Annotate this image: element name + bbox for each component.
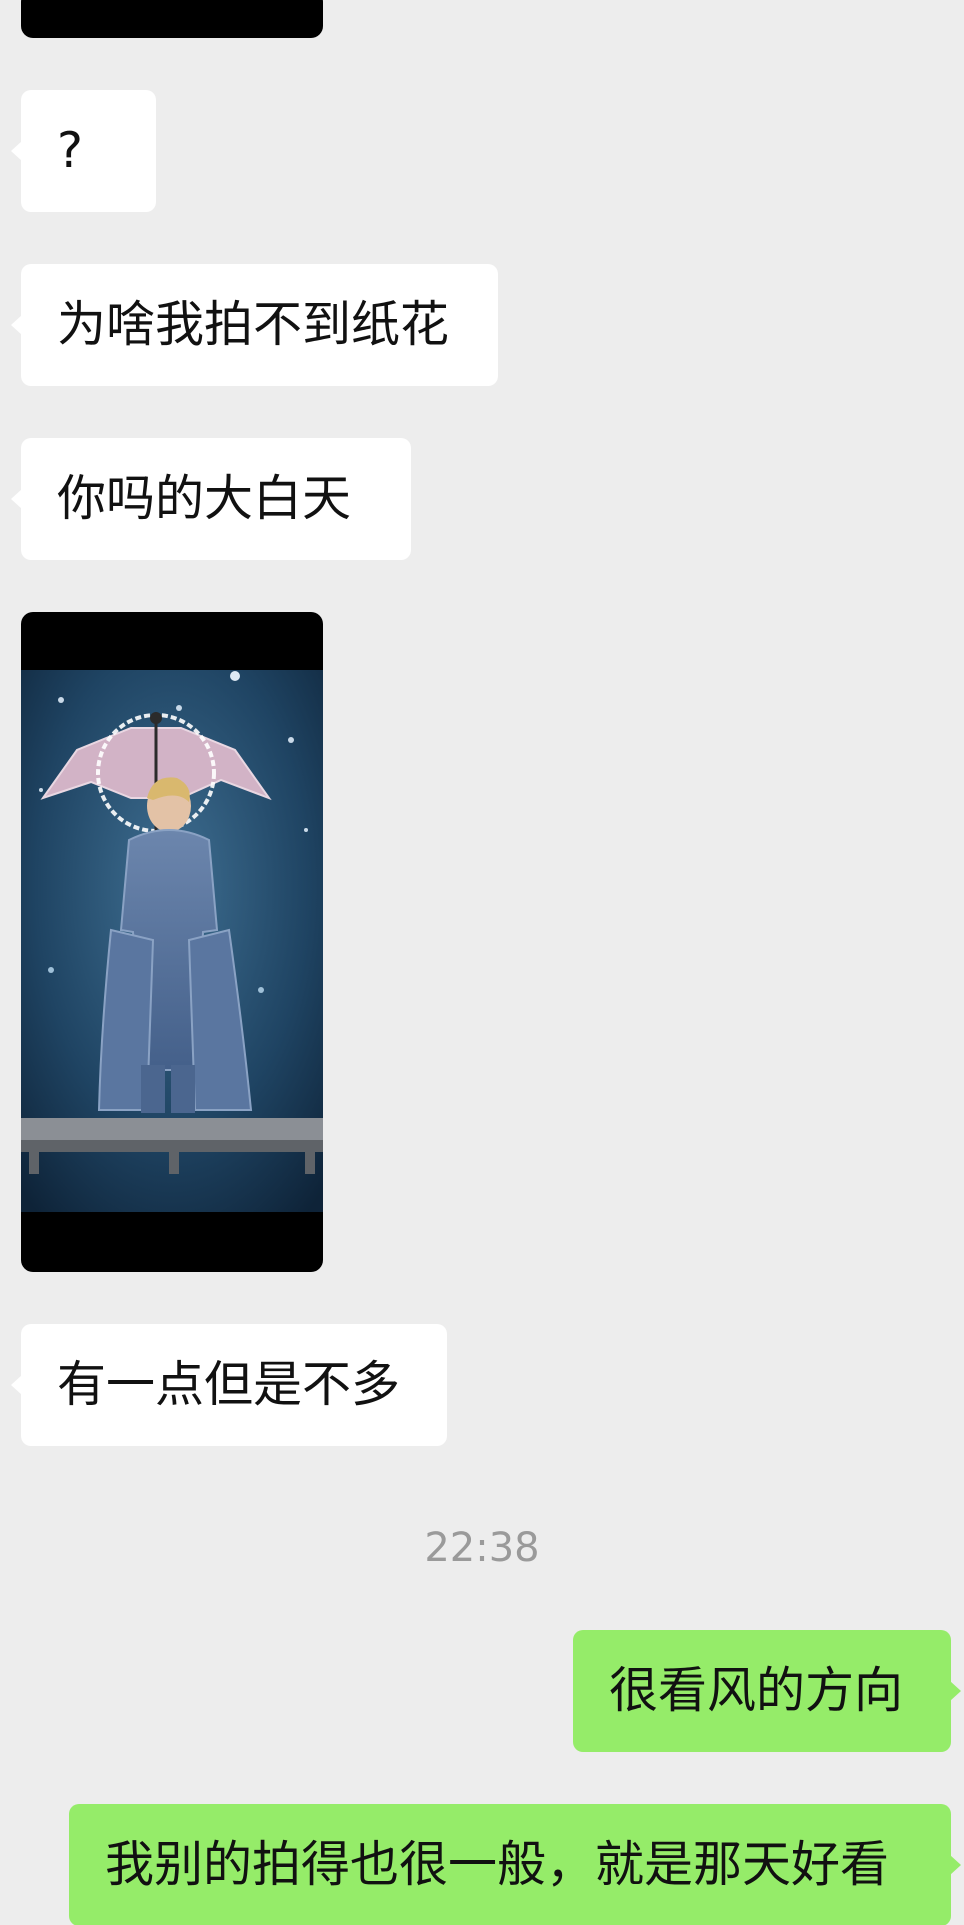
incoming-message-bubble[interactable]: 有一点但是不多 [11,1324,447,1446]
image-message-partial[interactable] [21,0,323,38]
incoming-message-bubble[interactable]: ? [11,90,156,212]
message-text: 很看风的方向 [609,1662,904,1719]
message-timestamp: 22:38 [424,1525,540,1571]
bubble-tail [950,1681,961,1701]
image-message[interactable] [21,612,323,1272]
message-text: 你吗的大白天 [57,470,352,527]
message-text: ? [57,122,84,179]
bubble-tail [11,315,22,335]
message-text: 为啥我拍不到纸花 [57,296,450,353]
message-text: 我别的拍得也很一般，就是那天好看 [105,1836,890,1893]
bubble-tail [11,489,22,509]
concert-photo [21,670,323,1212]
incoming-message-bubble[interactable]: 你吗的大白天 [11,438,411,560]
outgoing-message-bubble[interactable]: 很看风的方向 [573,1630,961,1752]
bubble-tail [11,1375,22,1395]
chat-view: ? 为啥我拍不到纸花 你吗的大白天 有一点但是不多 22:38 很看风的方向 我… [0,0,964,1925]
bubble-tail [11,141,22,161]
bubble-tail [950,1855,961,1875]
message-text: 有一点但是不多 [57,1356,401,1413]
outgoing-message-bubble[interactable]: 我别的拍得也很一般，就是那天好看 [69,1804,961,1925]
incoming-message-bubble[interactable]: 为啥我拍不到纸花 [11,264,498,386]
